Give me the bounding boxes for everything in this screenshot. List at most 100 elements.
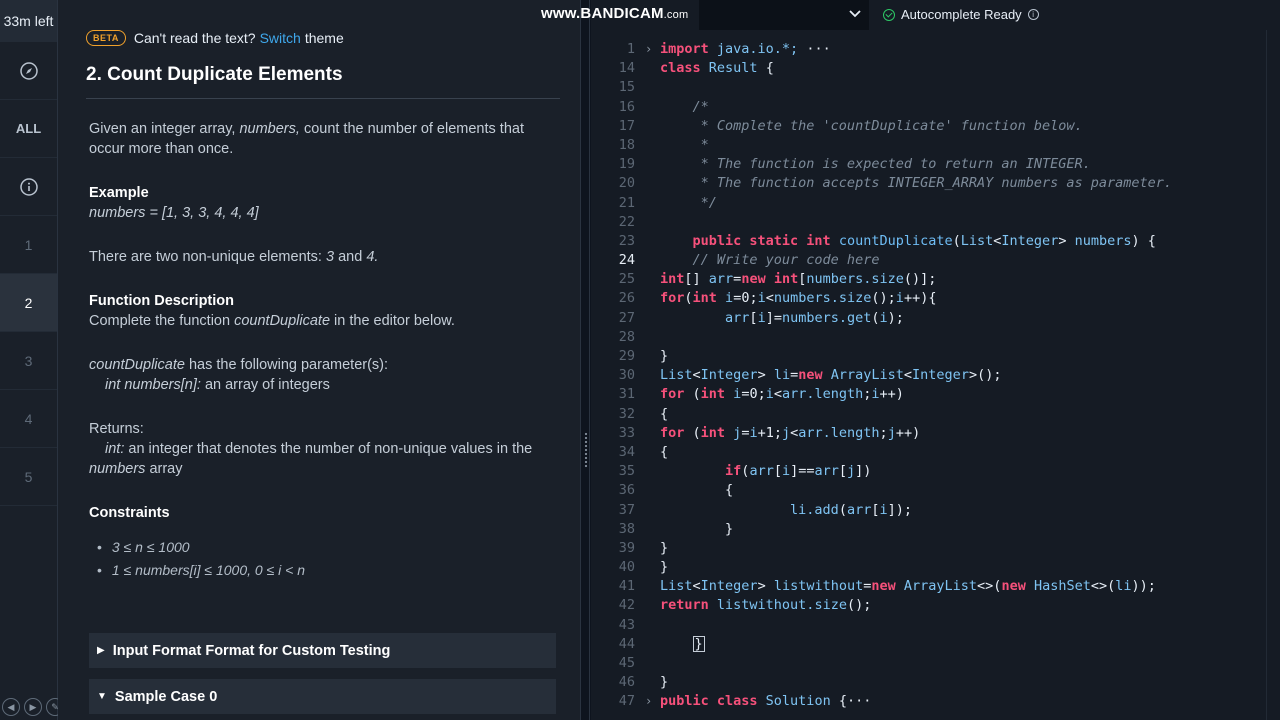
returns-text-2: array — [149, 461, 183, 477]
code-line[interactable]: 19 * The function is expected to return … — [601, 155, 1172, 174]
question-1-button[interactable]: 1 — [0, 216, 57, 274]
code-text: // Write your code here — [660, 251, 880, 270]
code-line[interactable]: 41 List<Integer> listwithout=new ArrayLis… — [601, 577, 1172, 596]
code-line[interactable]: 17 * Complete the 'countDuplicate' funct… — [601, 117, 1172, 136]
code-line[interactable]: 25 int[] arr=new int[numbers.size()]; — [601, 270, 1172, 289]
autocomplete-label: Autocomplete Ready — [901, 7, 1022, 22]
code-token: ++) — [879, 386, 904, 403]
rewind-icon[interactable]: ◀ — [2, 698, 20, 716]
code-line[interactable]: 30 List<Integer> li=new ArrayList<Integer… — [601, 366, 1172, 385]
code-line[interactable]: 47 › public class Solution {··· — [601, 692, 1172, 711]
code-text: public static int countDuplicate(List<In… — [660, 232, 1156, 251]
code-token: * Complete the 'countDuplicate' function… — [660, 117, 1083, 134]
code-line[interactable]: 35 if(arr[i]==arr[j]) — [601, 462, 1172, 481]
code-line[interactable]: 42 return listwithout.size(); — [601, 596, 1172, 615]
code-line[interactable]: 21 */ — [601, 194, 1172, 213]
example-explanation: There are two non-unique elements: 3 and… — [89, 247, 556, 267]
code-line[interactable]: 37 li.add(arr[i]); — [601, 501, 1172, 520]
code-token: Integer — [700, 578, 758, 595]
editor-scrollbar[interactable] — [1266, 30, 1280, 720]
all-questions-button[interactable]: ALL — [0, 100, 57, 158]
code-line[interactable]: 29} — [601, 347, 1172, 366]
code-token: =0; — [741, 386, 766, 403]
constraint-item: 1 ≤ numbers[i] ≤ 1000, 0 ≤ i < n — [97, 560, 556, 580]
fold-gutter — [645, 654, 660, 673]
code-token: i — [757, 290, 766, 307]
code-line[interactable]: 44 } — [601, 635, 1172, 654]
fold-gutter — [645, 520, 660, 539]
example-value-3: 3 — [325, 249, 335, 265]
line-number: 25 — [618, 271, 635, 288]
sample-case-accordion[interactable]: ▼ Sample Case 0 — [89, 679, 556, 714]
fold-chevron-icon[interactable]: › — [645, 692, 660, 711]
code-line[interactable]: 22 — [601, 213, 1172, 232]
info-icon[interactable]: i — [1027, 9, 1039, 20]
code-token: ( — [871, 309, 880, 326]
compass-icon[interactable] — [0, 42, 57, 100]
line-number: 19 — [618, 156, 635, 173]
code-editor[interactable]: www.BANDICAM.com Autocomplete Ready i 1 ›… — [541, 0, 1280, 720]
fold-gutter — [645, 347, 660, 366]
code-line[interactable]: 34 { — [601, 443, 1172, 462]
code-token: * The function is expected to return an … — [660, 156, 1091, 173]
code-line[interactable]: 1 › import java.io.*; ··· — [601, 40, 1172, 59]
code-line[interactable]: 32 { — [601, 405, 1172, 424]
panel-splitter[interactable] — [580, 0, 590, 720]
question-4-button[interactable]: 4 — [0, 390, 57, 448]
intro-text: Given an integer array, — [89, 121, 236, 137]
code-token: i — [725, 290, 734, 307]
line-number: 20 — [618, 175, 635, 192]
autocomplete-status[interactable]: Autocomplete Ready i — [883, 7, 1039, 22]
code-line[interactable]: 16 /* — [601, 98, 1172, 117]
fold-gutter — [645, 635, 660, 654]
code-line[interactable]: 20 * The function accepts INTEGER_ARRAY … — [601, 174, 1172, 193]
code-line[interactable]: 46} — [601, 673, 1172, 692]
code-line[interactable]: 36 { — [601, 481, 1172, 500]
code-token: // Write your code here — [660, 252, 880, 269]
code-line[interactable]: 38 } — [601, 520, 1172, 539]
code-line[interactable]: 23 public static int countDuplicate(List… — [601, 232, 1172, 251]
code-line[interactable]: 15 — [601, 78, 1172, 97]
code-line[interactable]: 28 — [601, 328, 1172, 347]
code-line[interactable]: 39} — [601, 539, 1172, 558]
code-token: listwithout — [773, 578, 864, 595]
code-token: ); — [887, 309, 904, 326]
language-select[interactable] — [699, 0, 869, 30]
code-line[interactable]: 43 — [601, 616, 1172, 635]
watermark-suffix: .com — [663, 9, 689, 21]
switch-theme-link[interactable]: Switch — [260, 30, 301, 46]
code-line[interactable]: 24 // Write your code here — [601, 251, 1172, 270]
theme-banner: BETA Can't read the text? Switch theme — [86, 30, 556, 46]
fold-gutter — [645, 673, 660, 692]
code-line[interactable]: 18 * — [601, 136, 1172, 155]
code-text: for (int i=0;i<arr.length;i++) — [660, 385, 904, 404]
code-token: ArrayList — [830, 367, 904, 384]
code-line[interactable]: 40} — [601, 558, 1172, 577]
line-number: 44 — [618, 635, 635, 652]
fold-gutter — [645, 194, 660, 213]
line-number: 16 — [618, 98, 635, 115]
code-token: arr — [725, 309, 750, 326]
input-format-accordion[interactable]: ▶ Input Format Format for Custom Testing — [89, 633, 556, 668]
line-number: 46 — [618, 674, 635, 691]
code-text: return listwithout.size(); — [660, 596, 871, 615]
drag-handle-icon[interactable] — [584, 432, 588, 468]
question-5-button[interactable]: 5 — [0, 448, 57, 506]
code-line[interactable]: 27 arr[i]=numbers.get(i); — [601, 309, 1172, 328]
code-line[interactable]: 31 for (int i=0;i<arr.length;i++) — [601, 385, 1172, 404]
code-line[interactable]: 26 for(int i=0;i<numbers.size();i++){ — [601, 289, 1172, 308]
info-icon[interactable] — [0, 158, 57, 216]
code-token: */ — [660, 194, 717, 211]
play-icon[interactable]: ▶ — [24, 698, 42, 716]
question-2-button[interactable]: 2 — [0, 274, 57, 332]
code-line[interactable]: 14 class Result { — [601, 59, 1172, 78]
line-number: 15 — [618, 79, 635, 96]
code-token: public static int — [692, 232, 839, 249]
code-line[interactable]: 45 — [601, 654, 1172, 673]
code-token: int — [700, 424, 734, 441]
code-area[interactable]: 1 › import java.io.*; ··· 14 class Result {1… — [601, 40, 1172, 712]
fold-chevron-icon[interactable]: › — [645, 40, 660, 59]
code-line[interactable]: 33 for (int j=i+1;j<arr.length;j++) — [601, 424, 1172, 443]
question-3-button[interactable]: 3 — [0, 332, 57, 390]
